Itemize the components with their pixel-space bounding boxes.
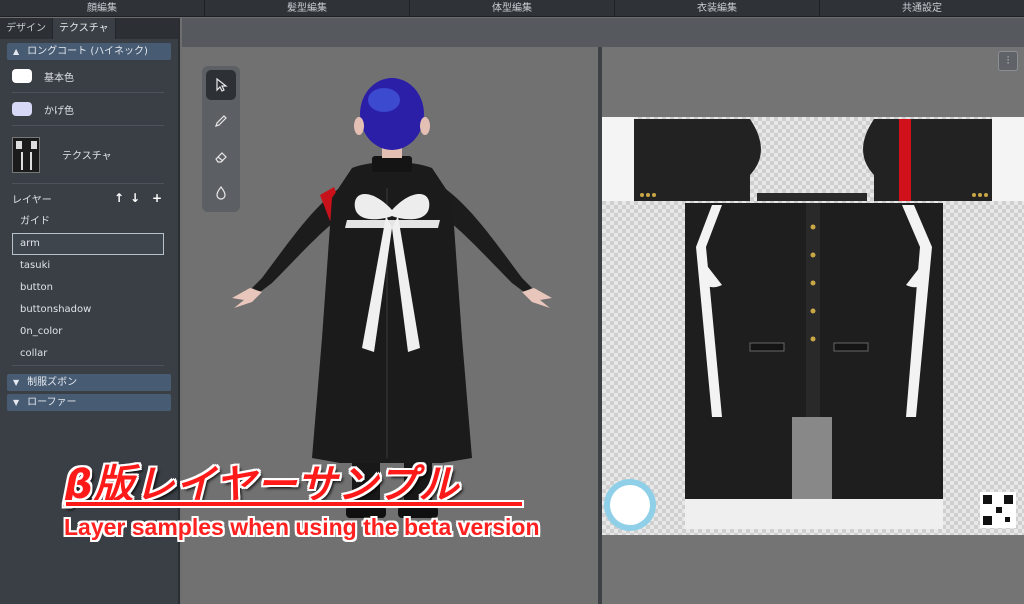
shade-color-swatch[interactable] [12,102,32,116]
base-color-row[interactable]: 基本色 [12,60,164,93]
section-title: 制服ズボン [27,377,78,388]
layer-item-selected[interactable]: arm [12,233,164,255]
section-long-coat[interactable]: ▲ ロングコート (ハイネック) [7,43,171,60]
texture-uv-map[interactable] [602,117,1024,535]
section-title: ローファー [27,397,77,408]
chevron-down-icon: ▼ [13,378,20,387]
move-down-icon[interactable]: ↓ [128,191,142,205]
layer-item[interactable]: tasuki [12,255,164,277]
section-loafers[interactable]: ▼ ローファー [7,394,171,411]
overlay-subtitle: Layer samples when using the beta versio… [64,514,540,540]
menu-hair-edit[interactable]: 髪型編集 [205,0,410,16]
shade-color-row[interactable]: かげ色 [12,93,164,126]
mirror-toggle-icon[interactable]: ⫶ [998,51,1018,71]
chevron-down-icon: ▼ [13,398,20,407]
layer-item[interactable]: collar [12,343,164,365]
panel-tabs: デザイン テクスチャ [0,18,178,39]
viewport-toolbar [182,18,1024,47]
overlay-underline [66,502,522,506]
texture-row[interactable]: テクスチャ [12,126,164,184]
layer-buttons: ↑ ↓ + [112,191,164,205]
app-root: 顔編集 髪型編集 体型編集 衣装編集 共通設定 デザイン テクスチャ ▲ ロング… [0,0,1024,604]
top-menu: 顔編集 髪型編集 体型編集 衣装編集 共通設定 [0,0,1024,17]
shade-color-label: かげ色 [44,105,74,117]
base-color-label: 基本色 [44,72,74,84]
layer-header: レイヤー ↑ ↓ + [12,188,164,208]
menu-body-edit[interactable]: 体型編集 [410,0,615,16]
tab-texture[interactable]: テクスチャ [53,18,116,39]
layer-list: ガイド arm tasuki button buttonshadow 0n_co… [12,211,164,366]
layer-item[interactable]: buttonshadow [12,299,164,321]
menu-face-edit[interactable]: 顔編集 [0,0,205,16]
texture-thumbnail[interactable] [12,136,40,173]
menu-outfit-edit[interactable]: 衣装編集 [615,0,820,16]
layers-label: レイヤー [12,194,52,206]
texture-view[interactable]: ⫶ [602,47,1024,604]
base-color-swatch[interactable] [12,69,32,83]
add-layer-icon[interactable]: + [150,191,164,205]
section-uniform-pants[interactable]: ▼ 制服ズボン [7,374,171,391]
move-up-icon[interactable]: ↑ [112,191,126,205]
texture-label: テクスチャ [62,151,112,162]
layer-item[interactable]: ガイド [12,211,164,233]
layer-item[interactable]: 0n_color [12,321,164,343]
chevron-up-icon: ▲ [13,47,20,56]
menu-common-settings[interactable]: 共通設定 [820,0,1024,16]
layer-item[interactable]: button [12,277,164,299]
tab-design[interactable]: デザイン [0,18,53,39]
section-title: ロングコート (ハイネック) [27,46,148,57]
